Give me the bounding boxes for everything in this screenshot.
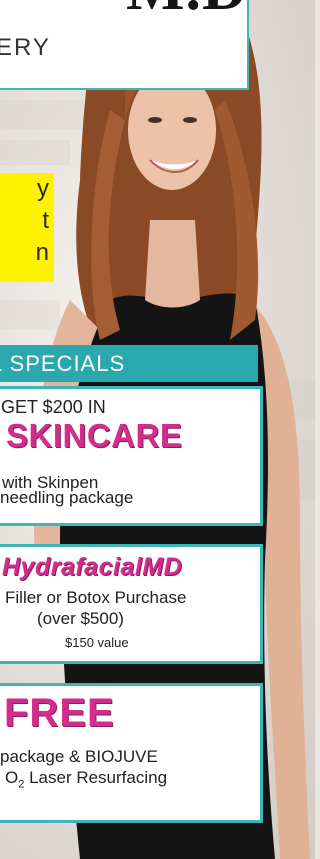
specials-header: L SPECIALS [0, 345, 258, 382]
offer-headline: SKINCARE [6, 417, 183, 454]
callout-line: y [37, 175, 49, 202]
offer-line: O2 Laser Resurfacing [5, 768, 167, 790]
offer-line-suffix: Laser Resurfacing [24, 768, 168, 787]
offer-line: Filler or Botox Purchase [5, 588, 187, 607]
offer-headline: HydrafacialMD [2, 553, 183, 581]
brand-title: M.D [126, 0, 248, 25]
title-box: M.D ERY [0, 0, 249, 90]
offer-line-prefix: O [5, 768, 19, 787]
brand-subtitle: ERY [0, 34, 51, 61]
offer-value-note: $150 value [65, 635, 129, 650]
callout-line: t [42, 207, 49, 234]
offer-card-skincare[interactable]: GET $200 IN SKINCARE with Skinpen needli… [0, 386, 263, 526]
offer-headline: FREE [4, 691, 115, 735]
yellow-callout: y t n [0, 173, 54, 282]
offer-line: GET $200 IN [1, 397, 106, 417]
offer-line: (over $500) [37, 609, 124, 628]
offer-card-free[interactable]: FREE package & BIOJUVE O2 Laser Resurfac… [0, 683, 263, 823]
callout-line: n [35, 239, 49, 266]
offer-line: needling package [0, 488, 134, 507]
offer-line: package & BIOJUVE [0, 747, 158, 766]
offer-card-hydrafacial[interactable]: HydrafacialMD Filler or Botox Purchase (… [0, 544, 263, 664]
